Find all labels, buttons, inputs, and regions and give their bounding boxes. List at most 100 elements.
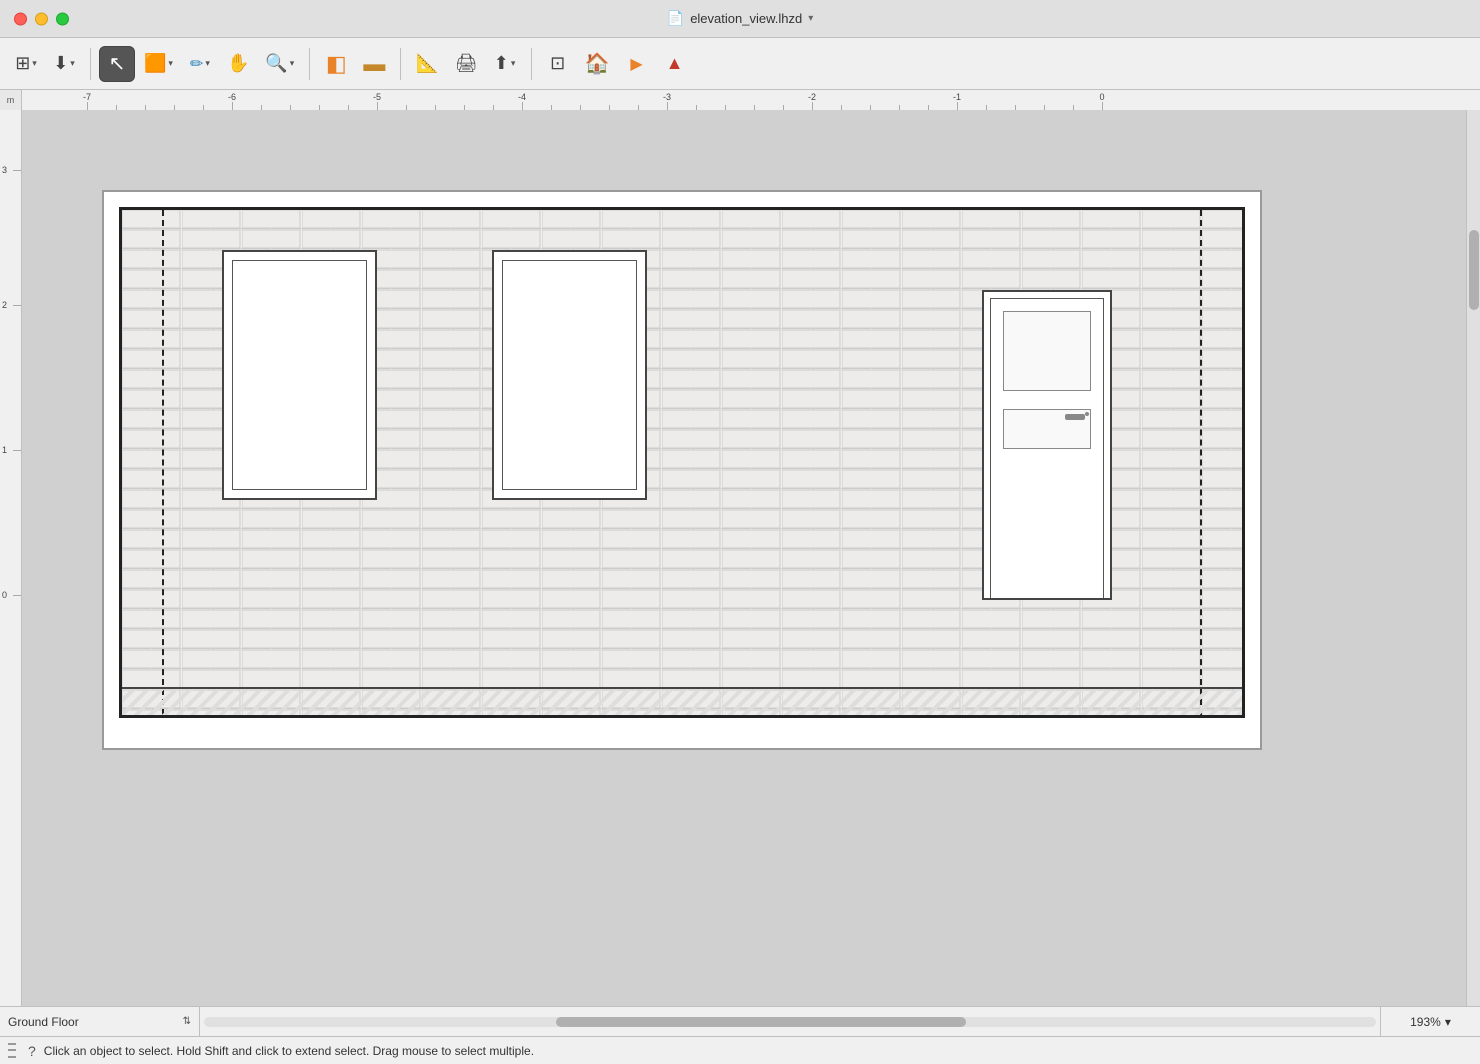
export-button[interactable]: ⬇ ▾ [46, 46, 82, 82]
file-icon: 📄 [667, 10, 684, 27]
ruler-tick-h--2 [812, 102, 813, 110]
toolbar-actions-group: 📐 🖨 ⬆ ▾ [409, 46, 522, 82]
toolbar-sep-1 [90, 48, 91, 80]
toolbar-tools-group: ↖ 🟧 ▾ ✏ ▾ ✋ 🔍 ▾ [99, 46, 301, 82]
ruler-top: -7-6-5-4-3-2-10 [22, 90, 1480, 110]
view3d-button[interactable]: 🏠 [578, 46, 617, 82]
toolbar-objects-group: ◧ ▬ [318, 46, 392, 82]
ruler-corner: m [0, 90, 22, 110]
zoom-icon: 🔍 [265, 53, 287, 74]
measure-button[interactable]: 📐 [409, 46, 445, 82]
select-tool-button[interactable]: ↖ [99, 46, 135, 82]
dashed-line-left [162, 210, 164, 715]
ruler-top-container: m -7-6-5-4-3-2-10 [0, 90, 1480, 110]
zoom-arrow: ▾ [1445, 1015, 1451, 1029]
door-element[interactable] [982, 290, 1112, 600]
share-icon: ⬆ [494, 53, 509, 74]
window-left[interactable] [222, 250, 377, 500]
drawing-canvas [102, 190, 1262, 750]
ruler-label-h--5: -5 [373, 92, 381, 102]
zoom-indicator[interactable]: 193% ▾ [1380, 1007, 1480, 1037]
ruler-tick-h--1 [957, 102, 958, 110]
fit-button[interactable]: ⊡ [540, 46, 576, 82]
statusbar: Ground Floor ⇅ 193% ▾ [0, 1006, 1480, 1036]
toolbar-view-group: ⊡ 🏠 ▶ ▲ [540, 46, 693, 82]
panel-icon: ⊞ [15, 53, 30, 74]
horizontal-scrollbar[interactable] [200, 1007, 1380, 1037]
ruler-label-v-3: 3 [2, 165, 7, 175]
shape-icon: 🟧 [144, 53, 166, 74]
toolbar-sep-3 [400, 48, 401, 80]
ruler-tick-v-0 [13, 595, 21, 596]
ruler-label-v-1: 1 [2, 445, 7, 455]
minimize-button[interactable] [35, 12, 48, 25]
export-chevron-icon: ▾ [70, 58, 75, 69]
ruler-label-h--1: -1 [953, 92, 961, 102]
toolbar-sep-4 [531, 48, 532, 80]
help-icon[interactable]: ? [28, 1043, 36, 1059]
ruler-tick-h--6 [232, 102, 233, 110]
zoom-tool-button[interactable]: 🔍 ▾ [258, 46, 301, 82]
export-icon: ⬇ [53, 53, 68, 74]
title-label: elevation_view.lhzd [690, 11, 802, 26]
ruler-label-h--4: -4 [518, 92, 526, 102]
share-button[interactable]: ⬆ ▾ [487, 46, 523, 82]
draw-tool-button[interactable]: ✏ ▾ [182, 46, 218, 82]
present-button[interactable]: ▶ [619, 46, 655, 82]
canvas-area[interactable] [22, 110, 1466, 1006]
toolbar-sep-2 [309, 48, 310, 80]
pan-tool-button[interactable]: ✋ [220, 46, 256, 82]
draw-chevron-icon: ▾ [205, 58, 210, 69]
draw-icon: ✏ [190, 54, 203, 74]
h-scrollbar-track[interactable] [204, 1017, 1376, 1027]
vertical-scrollbar-thumb[interactable] [1469, 230, 1479, 310]
ruler-tick-h--4 [522, 102, 523, 110]
floor-selector-arrow: ⇅ [183, 1016, 191, 1027]
ruler-tick-v-3 [13, 170, 21, 171]
dashed-line-right [1200, 210, 1202, 715]
maximize-button[interactable] [56, 12, 69, 25]
ruler-tick-h--5 [377, 102, 378, 110]
warning-button[interactable]: ▲ [657, 46, 693, 82]
warning-icon: ▲ [666, 53, 684, 74]
infobar: ? Click an object to select. Hold Shift … [0, 1036, 1480, 1064]
titlebar: 📄 elevation_view.lhzd ▾ [0, 0, 1480, 38]
window-center[interactable] [492, 250, 647, 500]
status-message: Click an object to select. Hold Shift an… [44, 1044, 534, 1058]
object1-button[interactable]: ◧ [318, 46, 354, 82]
close-button[interactable] [14, 12, 27, 25]
ruler-label-h--3: -3 [663, 92, 671, 102]
pan-icon: ✋ [227, 53, 249, 74]
ruler-tick-v-2 [13, 305, 21, 306]
door-panel-top [1003, 311, 1091, 391]
object2-button[interactable]: ▬ [356, 46, 392, 82]
shape-tool-button[interactable]: 🟧 ▾ [137, 46, 180, 82]
shape-chevron-icon: ▾ [168, 58, 173, 69]
ruler-label-h--7: -7 [83, 92, 91, 102]
window-center-inner [502, 260, 637, 490]
ruler-label-v-2: 2 [2, 300, 7, 310]
floor-line [122, 687, 1242, 715]
elevation-view [119, 207, 1245, 718]
ruler-label-h--6: -6 [228, 92, 236, 102]
print-icon: 🖨 [455, 53, 478, 74]
window-title: 📄 elevation_view.lhzd ▾ [667, 10, 814, 27]
ruler-tick-h-0 [1102, 102, 1103, 110]
traffic-lights [14, 12, 69, 25]
h-scrollbar-thumb[interactable] [556, 1017, 966, 1027]
toolbar: ⊞ ▾ ⬇ ▾ ↖ 🟧 ▾ ✏ ▾ ✋ 🔍 ▾ ◧ [0, 38, 1480, 90]
panel-button[interactable]: ⊞ ▾ [8, 46, 44, 82]
scrollbar-right[interactable] [1466, 110, 1480, 1006]
fit-icon: ⊡ [550, 53, 565, 74]
view3d-icon: 🏠 [585, 51, 610, 76]
status-handle [8, 1041, 16, 1061]
floor-selector[interactable]: Ground Floor ⇅ [0, 1007, 200, 1037]
window-left-inner [232, 260, 367, 490]
ruler-label-h--2: -2 [808, 92, 816, 102]
ruler-unit: m [7, 95, 15, 105]
toolbar-panel-group: ⊞ ▾ ⬇ ▾ [8, 46, 82, 82]
share-chevron-icon: ▾ [511, 58, 516, 69]
title-chevron-icon[interactable]: ▾ [808, 13, 813, 24]
ruler-tick-h--3 [667, 102, 668, 110]
print-button[interactable]: 🖨 [448, 46, 485, 82]
